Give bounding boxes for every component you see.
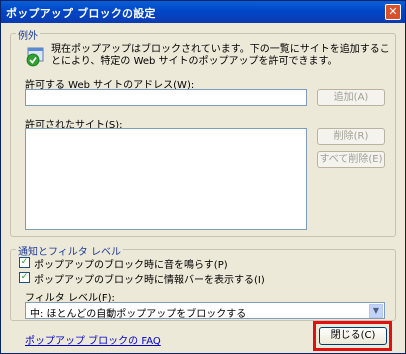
allowed-sites-list[interactable]: [25, 128, 307, 230]
close-button[interactable]: 閉じる(C): [319, 327, 387, 345]
play-sound-checkbox[interactable]: ✓: [19, 257, 30, 268]
filter-level-value: 中: ほとんどの自動ポップアップをブロックする: [30, 309, 247, 320]
close-icon: ✕: [388, 5, 398, 18]
shield-check-icon: [26, 47, 44, 67]
exceptions-group-label: 例外: [16, 27, 40, 42]
filter-level-select[interactable]: 中: ほとんどの自動ポップアップをブロックする ▼: [25, 302, 385, 320]
play-sound-label[interactable]: ポップアップのブロック時に音を鳴らす(P): [34, 256, 228, 271]
show-infobar-checkbox[interactable]: ✓: [19, 272, 30, 283]
show-infobar-label[interactable]: ポップアップのブロック時に情報バーを表示する(I): [34, 271, 265, 286]
popup-blocker-settings-dialog: ポップアップ ブロックの設定 ✕ 例外 現在ポップアップはブロックされています。…: [0, 0, 406, 354]
remove-all-button[interactable]: すべて削除(E): [317, 151, 385, 168]
remove-button[interactable]: 削除(R): [317, 128, 385, 145]
add-button[interactable]: 追加(A): [317, 89, 385, 106]
faq-link[interactable]: ポップアップ ブロックの FAQ: [25, 332, 161, 347]
title-bar: ポップアップ ブロックの設定 ✕: [1, 1, 405, 23]
address-input[interactable]: [25, 89, 307, 106]
info-text: 現在ポップアップはブロックされています。下の一覧にサイトを追加することにより、特…: [51, 44, 390, 67]
window-title: ポップアップ ブロックの設定: [6, 7, 156, 20]
chevron-down-icon[interactable]: ▼: [369, 304, 383, 318]
window-close-button[interactable]: ✕: [385, 4, 401, 20]
